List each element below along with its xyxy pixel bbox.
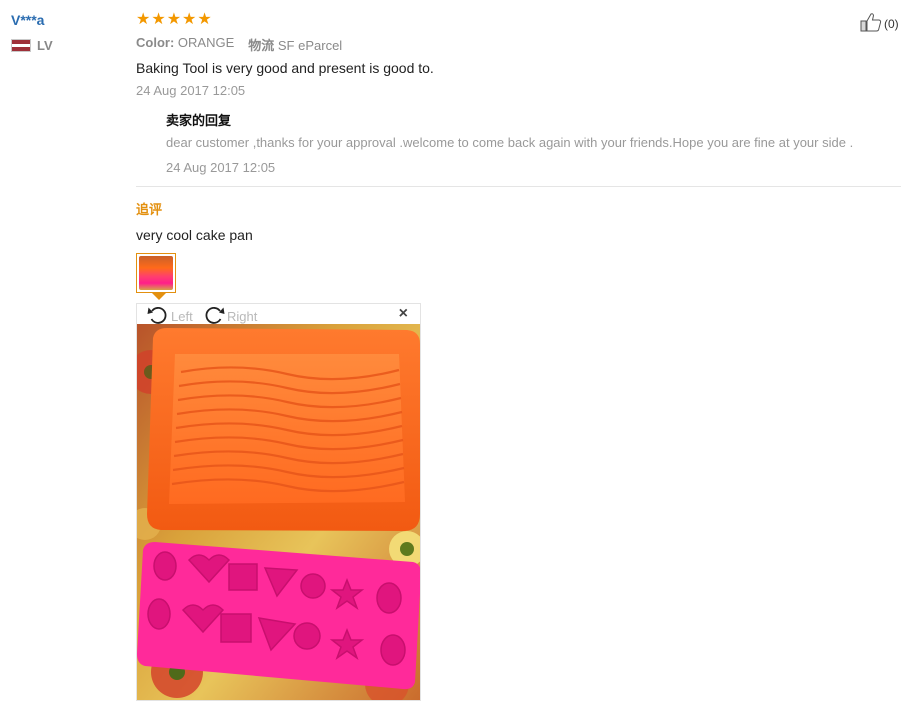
- review-date: 24 Aug 2017 12:05: [136, 83, 246, 98]
- country-code: LV: [37, 38, 53, 53]
- star-icon: ★: [136, 11, 151, 28]
- color-value: ORANGE: [177, 35, 235, 50]
- image-viewer: Left Right ×: [136, 303, 421, 701]
- seller-reply-text: dear customer ,thanks for your approval …: [166, 135, 854, 150]
- buyer-country: LV: [11, 38, 53, 53]
- star-rating: ★ ★ ★ ★ ★: [136, 11, 212, 28]
- product-color: Color: ORANGE: [136, 35, 234, 54]
- seller-reply-title: 卖家的回复: [166, 113, 232, 128]
- shipping-value: SF eParcel: [277, 38, 343, 53]
- review-photo-thumbnail[interactable]: [136, 253, 176, 293]
- review-meta: Color: ORANGE 物流 SF eParcel: [136, 35, 342, 54]
- star-icon: ★: [182, 11, 197, 28]
- thumbs-up-icon: [860, 12, 882, 35]
- seller-reply: 卖家的回复 dear customer ,thanks for your app…: [166, 110, 901, 175]
- divider: [136, 186, 901, 187]
- color-key: Color:: [136, 35, 175, 50]
- rotate-left-label: Left: [171, 309, 193, 324]
- additional-feedback-title: 追评: [136, 202, 163, 217]
- shipping-method: 物流 SF eParcel: [248, 35, 342, 54]
- review-text: Baking Tool is very good and present is …: [136, 60, 434, 76]
- thumbnail-image: [139, 256, 173, 290]
- star-icon: ★: [197, 11, 212, 28]
- review-item: V***a LV ★ ★ ★ ★ ★ (0) Color: ORANGE 物流 …: [0, 0, 917, 701]
- seller-reply-date: 24 Aug 2017 12:05: [166, 160, 276, 175]
- shipping-key: 物流: [248, 38, 275, 53]
- star-icon: ★: [166, 11, 182, 28]
- star-icon: ★: [151, 11, 166, 28]
- review-photo: [137, 324, 420, 700]
- buyer-name: V***a: [11, 12, 45, 28]
- helpful-button[interactable]: (0): [860, 12, 899, 35]
- helpful-count: (0): [884, 16, 899, 31]
- rotate-right-label: Right: [227, 309, 258, 324]
- close-icon[interactable]: ×: [399, 306, 408, 322]
- image-viewer-toolbar: Left Right ×: [137, 304, 420, 324]
- latvia-flag-icon: [11, 39, 31, 52]
- thumbnail-pointer: [152, 293, 166, 300]
- additional-feedback-text: very cool cake pan: [136, 227, 253, 243]
